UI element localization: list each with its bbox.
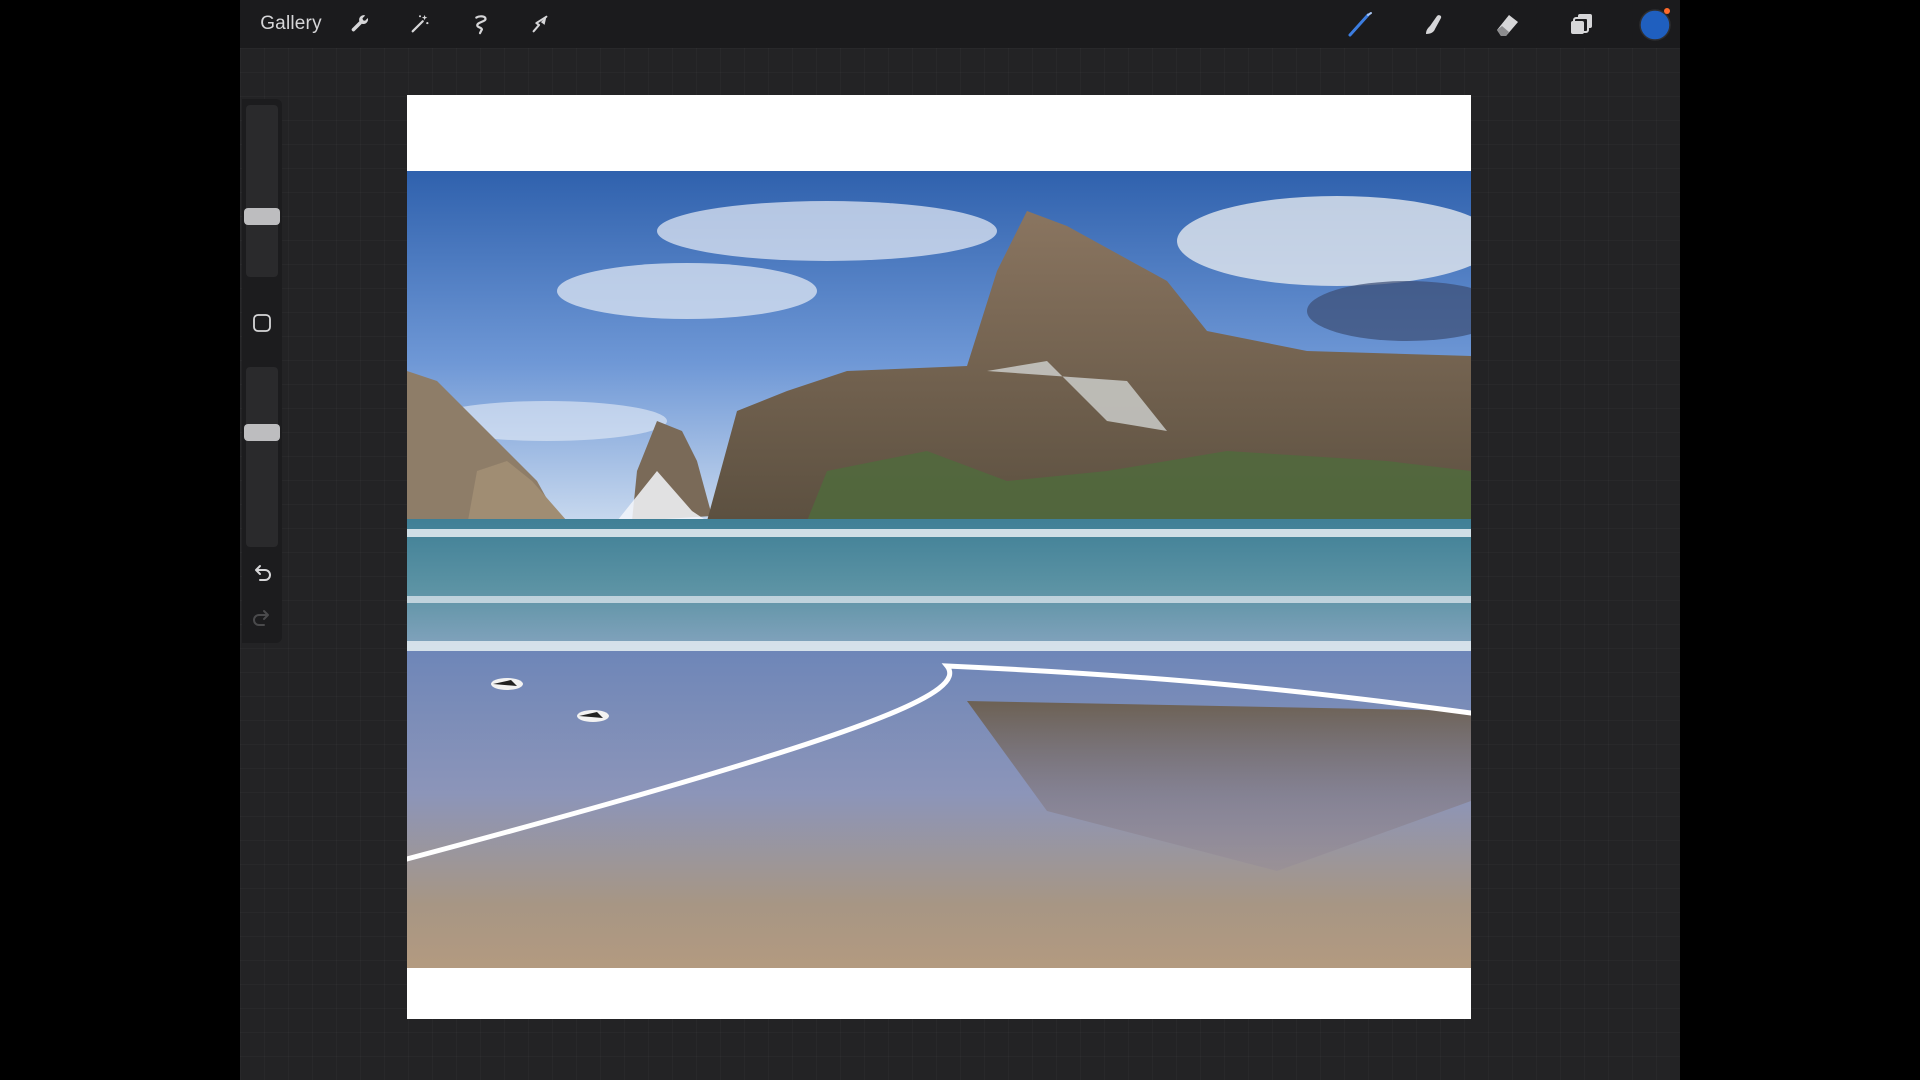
wrench-icon[interactable] <box>344 8 376 40</box>
brush-size-slider[interactable] <box>246 105 278 277</box>
top-toolbar: Gallery <box>240 0 1680 48</box>
selection-icon[interactable] <box>464 8 496 40</box>
drawing-canvas[interactable] <box>407 95 1471 1019</box>
beach-seascape-photo <box>407 171 1471 968</box>
layers-icon[interactable] <box>1566 8 1598 40</box>
procreate-app: Gallery <box>240 0 1680 1080</box>
transform-arrow-icon[interactable] <box>524 8 556 40</box>
undo-icon[interactable] <box>251 561 273 583</box>
sidebar <box>242 99 282 643</box>
color-swatch[interactable] <box>1638 8 1674 41</box>
opacity-slider-thumb[interactable] <box>244 424 280 441</box>
gallery-button[interactable]: Gallery <box>258 8 324 40</box>
opacity-slider[interactable] <box>246 367 278 547</box>
magic-wand-icon[interactable] <box>404 8 436 40</box>
eraser-icon[interactable] <box>1492 8 1524 40</box>
redo-icon[interactable] <box>251 606 273 628</box>
modify-button[interactable] <box>252 313 272 333</box>
smudge-icon[interactable] <box>1418 8 1450 40</box>
brush-icon[interactable] <box>1344 8 1376 40</box>
brush-size-slider-thumb[interactable] <box>244 208 280 225</box>
